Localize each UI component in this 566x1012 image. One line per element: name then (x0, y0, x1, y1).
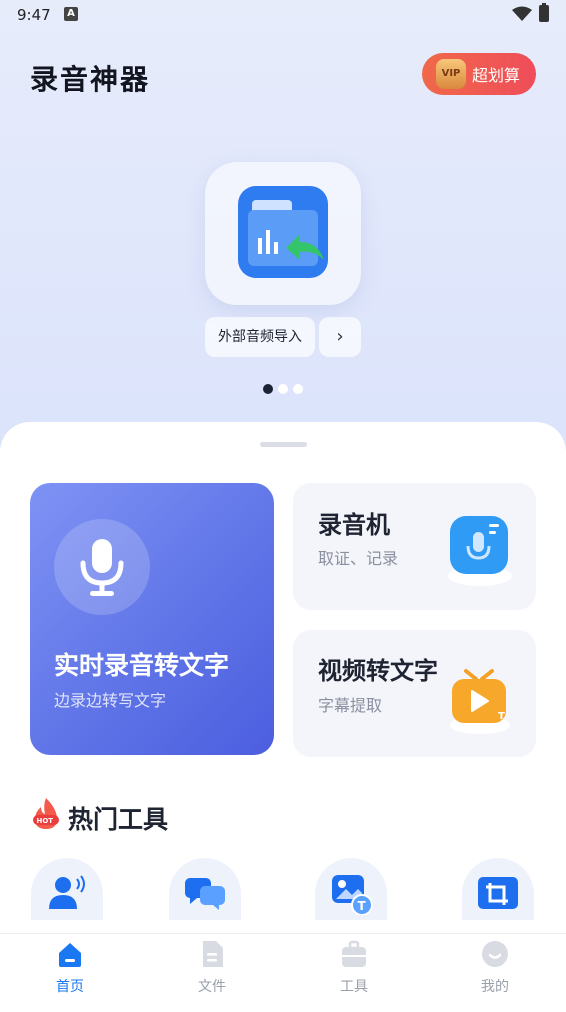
hot-badge-text: HOT (37, 817, 54, 825)
wifi-icon (512, 6, 532, 21)
vip-button[interactable]: VIP 超划算 (422, 53, 536, 95)
image-to-text-icon: T (332, 875, 373, 915)
sheet-handle[interactable] (260, 442, 307, 447)
nav-mine[interactable]: 我的 (455, 940, 535, 996)
tv-play-icon: T (450, 669, 510, 734)
file-icon (203, 941, 223, 967)
microphone-icon (80, 539, 124, 596)
audio-import-label[interactable]: 外部音频导入 (205, 317, 315, 357)
nav-home[interactable]: 首页 (30, 940, 110, 996)
nav-files[interactable]: 文件 (172, 940, 252, 996)
recorder-subtitle: 取证、记录 (318, 549, 399, 568)
nav-tools[interactable]: 工具 (314, 940, 394, 996)
chevron-right-icon[interactable]: › (319, 317, 361, 357)
realtime-subtitle: 边录边转写文字 (54, 691, 167, 710)
hot-flame-icon: HOT (33, 798, 59, 829)
tool-voice-person[interactable] (31, 858, 103, 920)
video-subtitle: 字幕提取 (318, 696, 383, 715)
svg-text:T: T (498, 711, 505, 722)
tool-crop[interactable] (462, 858, 534, 920)
home-icon (59, 943, 81, 967)
realtime-title: 实时录音转文字 (54, 651, 230, 680)
carousel-dots (263, 384, 303, 394)
tool-chat[interactable] (169, 858, 241, 920)
hot-tools-title: 热门工具 (68, 805, 169, 834)
profile-icon (482, 941, 508, 967)
vip-label: 超划算 (472, 66, 521, 85)
nav-home-label: 首页 (56, 979, 84, 995)
video-title: 视频转文字 (318, 657, 438, 685)
status-time: 9:47 (17, 6, 51, 24)
svg-text:T: T (358, 899, 367, 913)
battery-icon (539, 3, 549, 22)
folder-import-icon (238, 186, 328, 278)
voice-person-icon (49, 875, 85, 909)
tool-image-text[interactable]: T (315, 858, 387, 920)
carousel-dot[interactable] (293, 384, 303, 394)
voice-recorder-icon (448, 516, 512, 586)
chat-bubbles-icon (185, 878, 225, 910)
notification-icon: A (64, 7, 78, 21)
recorder-title: 录音机 (318, 511, 390, 539)
nav-files-label: 文件 (198, 979, 226, 995)
toolbox-icon (342, 940, 366, 967)
carousel-dot[interactable] (263, 384, 273, 394)
nav-tools-label: 工具 (340, 979, 368, 995)
nav-mine-label: 我的 (481, 979, 509, 995)
app-title: 录音神器 (30, 63, 151, 96)
realtime-transcribe-card[interactable] (30, 483, 274, 755)
vip-icon: VIP (436, 59, 466, 89)
carousel-dot[interactable] (278, 384, 288, 394)
crop-icon (478, 877, 518, 909)
